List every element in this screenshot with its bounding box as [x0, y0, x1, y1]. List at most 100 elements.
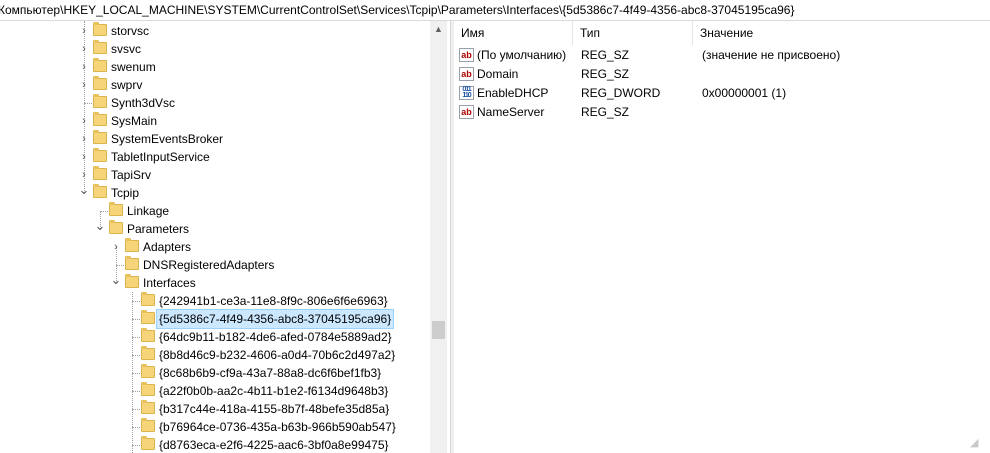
tree-connector-line	[132, 445, 140, 446]
tree-node[interactable]: › swenum	[0, 58, 430, 76]
tree-node-label: DNSRegisteredAdapters	[143, 258, 275, 272]
tree-node[interactable]: DNSRegisteredAdapters	[0, 256, 430, 274]
folder-icon	[109, 220, 123, 234]
chevron-right-icon[interactable]: ›	[110, 238, 122, 256]
tree-node-label: Parameters	[127, 222, 190, 236]
tree-node-label: Adapters	[143, 240, 192, 254]
tree-node[interactable]: › svsvc	[0, 40, 430, 58]
tree-node[interactable]: {8c68b6b9-cf9a-43a7-88a8-dc6f6bef1fb3}	[0, 364, 430, 382]
folder-icon	[141, 382, 155, 396]
tree-node-label: {242941b1-ce3a-11e8-8f9c-806e6f6e6963}	[159, 294, 388, 308]
tree-node[interactable]: {5d5386c7-4f49-4356-abc8-37045195ca96}	[0, 309, 430, 329]
tree-node[interactable]: {b76964ce-0736-435a-b63b-966b590ab547}	[0, 418, 430, 436]
tree-scrollbar[interactable]: ▲	[430, 21, 447, 453]
chevron-right-icon[interactable]: ›	[78, 148, 90, 166]
values-list[interactable]: Имя Тип Значение ab (По умолчанию) REG_SZ(…	[454, 21, 990, 453]
chevron-down-icon[interactable]: ⌄	[94, 219, 106, 238]
folder-icon	[93, 130, 107, 144]
tree-node[interactable]: {a22f0b0b-aa2c-4b11-b1e2-f6134d9648b3}	[0, 382, 430, 400]
folder-icon	[109, 202, 123, 216]
folder-icon	[141, 346, 155, 360]
registry-tree[interactable]: › storvsc › svsvc › swenum › swprv Synth3dVsc › Sy…	[0, 21, 430, 453]
value-row[interactable]: ab NameServer REG_SZ	[454, 103, 990, 122]
folder-icon	[93, 94, 107, 108]
tree-node-label: storvsc	[111, 24, 150, 38]
tree-node[interactable]: {242941b1-ce3a-11e8-8f9c-806e6f6e6963}	[0, 292, 430, 310]
tree-connector-line	[132, 355, 140, 356]
value-name: (По умолчанию)	[477, 48, 567, 62]
folder-icon	[125, 238, 139, 252]
tree-node-label: swenum	[111, 60, 156, 74]
tree-node[interactable]: {d8763eca-e2f6-4225-aac6-3bf0a8e99475}	[0, 436, 430, 453]
chevron-right-icon[interactable]: ›	[78, 130, 90, 148]
chevron-down-icon[interactable]: ⌄	[78, 183, 90, 202]
value-name: EnableDHCP	[477, 86, 549, 100]
value-data: 0x00000001 (1)	[702, 86, 787, 100]
tree-node[interactable]: Linkage	[0, 202, 430, 220]
tree-node-label: {a22f0b0b-aa2c-4b11-b1e2-f6134d9648b3}	[159, 384, 389, 398]
tree-connector-line	[132, 337, 140, 338]
tree-node[interactable]: › swprv	[0, 76, 430, 94]
tree-node[interactable]: › Adapters	[0, 238, 430, 256]
column-header-value[interactable]: Значение	[693, 21, 990, 45]
folder-icon	[93, 76, 107, 90]
tree-node[interactable]: › SystemEventsBroker	[0, 130, 430, 148]
column-header-type[interactable]: Тип	[573, 21, 693, 45]
folder-icon	[93, 112, 107, 126]
tree-node[interactable]: ⌄ Tcpip	[0, 183, 430, 202]
tree-node[interactable]: › TapiSrv	[0, 166, 430, 184]
tree-node[interactable]: {8b8d46c9-b232-4606-a0d4-70b6c2d497a2}	[0, 346, 430, 364]
tree-node-label: {8b8d46c9-b232-4606-a0d4-70b6c2d497a2}	[159, 348, 396, 362]
value-row[interactable]: ab Domain REG_SZ	[454, 65, 990, 84]
string-value-icon: ab	[459, 67, 474, 81]
chevron-down-icon[interactable]: ⌄	[110, 273, 122, 292]
tree-connector-line	[84, 103, 92, 104]
chevron-right-icon[interactable]: ›	[78, 76, 90, 94]
chevron-right-icon[interactable]: ›	[78, 112, 90, 130]
folder-icon	[93, 148, 107, 162]
tree-node-label: SystemEventsBroker	[111, 132, 224, 146]
tree-node[interactable]: › SysMain	[0, 112, 430, 130]
tree-node[interactable]: {64dc9b11-b182-4de6-afed-0784e5889ad2}	[0, 328, 430, 346]
resize-grip-icon[interactable]: ◢	[970, 437, 982, 449]
tree-node-label: {b76964ce-0736-435a-b63b-966b590ab547}	[159, 420, 396, 434]
chevron-right-icon[interactable]: ›	[78, 40, 90, 58]
address-bar[interactable]: Компьютер\HKEY_LOCAL_MACHINE\SYSTEM\Curr…	[0, 0, 990, 21]
tree-node[interactable]: › storvsc	[0, 22, 430, 40]
value-type: REG_SZ	[581, 67, 630, 81]
value-row[interactable]: ab (По умолчанию) REG_SZ (значение не присв…	[454, 46, 990, 65]
value-type: REG_SZ	[581, 48, 630, 62]
tree-node-label: svsvc	[111, 42, 141, 56]
column-header-name[interactable]: Имя	[454, 21, 573, 45]
tree-node-label: Synth3dVsc	[111, 96, 176, 110]
tree-node-label: {5d5386c7-4f49-4356-abc8-37045195ca96}	[155, 309, 395, 329]
tree-connector-line	[132, 301, 140, 302]
tree-node[interactable]: {b317c44e-418a-4155-8b7f-48befe35d85a}	[0, 400, 430, 418]
value-type: REG_DWORD	[581, 86, 661, 100]
tree-node-label: {64dc9b11-b182-4de6-afed-0784e5889ad2}	[159, 330, 392, 344]
value-type: REG_SZ	[581, 105, 630, 119]
dword-value-icon: 011 110	[459, 86, 474, 100]
tree-node-label: swprv	[111, 78, 143, 92]
tree-node-label: {b317c44e-418a-4155-8b7f-48befe35d85a}	[159, 402, 390, 416]
scroll-thumb[interactable]	[432, 321, 445, 339]
value-name: NameServer	[477, 105, 545, 119]
chevron-right-icon[interactable]: ›	[78, 22, 90, 40]
tree-connector-line	[100, 211, 108, 212]
tree-node[interactable]: Synth3dVsc	[0, 94, 430, 112]
scroll-up-arrow-icon[interactable]: ▲	[430, 21, 447, 38]
chevron-right-icon[interactable]: ›	[78, 58, 90, 76]
folder-icon	[141, 418, 155, 432]
folder-icon	[93, 58, 107, 72]
tree-node[interactable]: ⌄ Parameters	[0, 219, 430, 238]
tree-node[interactable]: ⌄ Interfaces	[0, 273, 430, 292]
folder-icon	[125, 256, 139, 270]
tree-connector-line	[132, 427, 140, 428]
value-row[interactable]: 011 110 EnableDHCP REG_DWORD 0x00000001 (1)	[454, 84, 990, 103]
tree-connector-line	[132, 373, 140, 374]
tree-node-label: TabletInputService	[111, 150, 210, 164]
tree-node[interactable]: › TabletInputService	[0, 148, 430, 166]
folder-icon	[141, 400, 155, 414]
tree-node-label: {8c68b6b9-cf9a-43a7-88a8-dc6f6bef1fb3}	[159, 366, 382, 380]
string-value-icon: ab	[459, 48, 474, 62]
